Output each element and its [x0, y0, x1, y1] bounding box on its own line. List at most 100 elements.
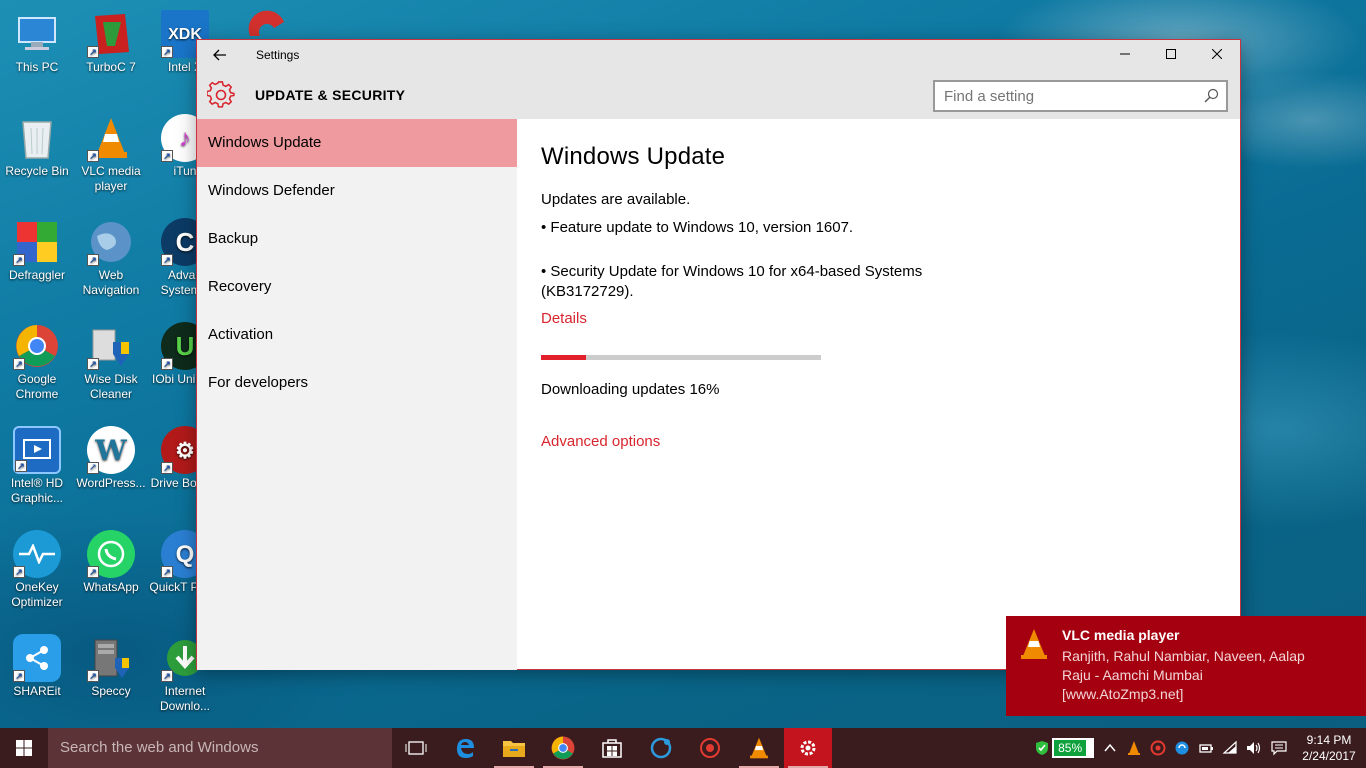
- volume-icon[interactable]: [1246, 740, 1262, 756]
- window-title: Settings: [256, 48, 300, 62]
- desktop-icon-label: WordPress...: [76, 476, 146, 490]
- nav-item-recovery[interactable]: Recovery: [197, 263, 517, 311]
- taskbar-driver-booster[interactable]: [686, 728, 734, 768]
- desktop-icon-label: Wise Disk Cleaner: [84, 372, 138, 401]
- taskbar-vlc[interactable]: [735, 728, 783, 768]
- turboc-icon: ↗: [87, 10, 135, 58]
- speccy-icon: ↗: [87, 634, 135, 682]
- clock-time: 9:14 PM: [1306, 733, 1352, 747]
- vlc-cone-icon: [1021, 629, 1047, 659]
- taskbar-file-explorer[interactable]: [490, 728, 538, 768]
- advanced-options-link[interactable]: Advanced options: [541, 433, 660, 450]
- update-item-security: • Security Update for Windows 10 for x64…: [541, 263, 923, 280]
- power-plug-icon[interactable]: [1198, 740, 1214, 756]
- edge-icon: [457, 739, 474, 758]
- action-center-icon[interactable]: [1271, 740, 1287, 756]
- taskbar-settings[interactable]: [784, 728, 832, 768]
- nav-item-for-developers[interactable]: For developers: [197, 359, 517, 407]
- nav-item-windows-update[interactable]: Windows Update: [197, 119, 517, 167]
- toast-body: Ranjith, Rahul Nambiar, Naveen, Aalap Ra…: [1062, 647, 1352, 704]
- nav-item-windows-defender[interactable]: Windows Defender: [197, 167, 517, 215]
- sync-icon: [650, 737, 672, 759]
- desktop-icon-intel-graphics[interactable]: ↗ Intel® HD Graphic...: [0, 426, 74, 506]
- start-button[interactable]: [0, 728, 48, 768]
- update-item-feature: • Feature update to Windows 10, version …: [541, 219, 854, 236]
- desktop-icon-google-chrome[interactable]: ↗ Google Chrome: [0, 322, 74, 402]
- download-progress-bar: [541, 355, 821, 360]
- desktop-icon-label: Recycle Bin: [5, 164, 69, 178]
- minimize-icon: [1120, 53, 1130, 55]
- download-progress-fill: [541, 355, 586, 360]
- taskbar-store[interactable]: [588, 728, 636, 768]
- back-button[interactable]: [209, 46, 231, 66]
- download-status-text: Downloading updates 16%: [541, 381, 720, 398]
- desktop-icon-recycle-bin[interactable]: Recycle Bin: [0, 114, 74, 179]
- recycle-bin-icon: [13, 114, 61, 162]
- taskbar-search-box[interactable]: Search the web and Windows: [48, 728, 392, 768]
- chrome-icon: [551, 736, 575, 760]
- intel-graphics-icon: ↗: [13, 426, 61, 474]
- toast-line-1: Ranjith, Rahul Nambiar, Naveen, Aalap: [1062, 648, 1305, 664]
- back-arrow-icon: [213, 49, 226, 61]
- task-view-button[interactable]: [392, 728, 440, 768]
- search-icon[interactable]: [1203, 88, 1219, 104]
- find-setting-search[interactable]: [933, 80, 1228, 112]
- wifi-icon[interactable]: [1222, 740, 1238, 756]
- details-link[interactable]: Details: [541, 310, 587, 327]
- vlc-tray-icon[interactable]: [1126, 740, 1142, 756]
- ccleaner-icon[interactable]: [244, 8, 288, 40]
- desktop-icon-wordpress[interactable]: W ↗ WordPress...: [74, 426, 148, 491]
- desktop-icon-defraggler[interactable]: ↗ Defraggler: [0, 218, 74, 283]
- desktop-icon-web-navigation[interactable]: ↗ Web Navigation: [74, 218, 148, 298]
- desktop-icon-this-pc[interactable]: This PC: [0, 10, 74, 75]
- whatsapp-icon: ↗: [87, 530, 135, 578]
- taskbar-chrome[interactable]: [539, 728, 587, 768]
- taskbar-sync-app[interactable]: [637, 728, 685, 768]
- gear-icon: [207, 81, 235, 108]
- desktop-icon-label: Internet Downlo...: [159, 684, 211, 713]
- toast-line-2: Raju - Aamchi Mumbai: [1062, 667, 1203, 683]
- settings-header: UPDATE & SECURITY: [197, 71, 1240, 119]
- store-icon: [602, 739, 622, 758]
- desktop-icon-wise-disk-cleaner[interactable]: ↗ Wise Disk Cleaner: [74, 322, 148, 402]
- close-icon: [1211, 48, 1223, 60]
- folder-icon: [503, 741, 525, 757]
- search-input[interactable]: [935, 82, 1195, 110]
- desktop-icon-label: WhatsApp: [83, 580, 139, 594]
- taskbar-edge[interactable]: [441, 728, 489, 768]
- nav-item-activation[interactable]: Activation: [197, 311, 517, 359]
- toast-line-3: [www.AtoZmp3.net]: [1062, 686, 1184, 702]
- onekey-optimizer-icon: ↗: [13, 530, 61, 578]
- desktop-icon-label: Web Navigation: [82, 268, 140, 297]
- desktop-icon-shareit[interactable]: ↗ SHAREit: [0, 634, 74, 699]
- security-shield-icon[interactable]: [1034, 740, 1050, 756]
- chevron-up-icon[interactable]: [1102, 740, 1118, 756]
- battery-indicator[interactable]: 85%: [1052, 738, 1094, 758]
- desktop-icon-label: Speccy: [91, 684, 131, 698]
- gear-icon: [800, 740, 816, 756]
- toast-title: VLC media player: [1062, 627, 1180, 643]
- minimize-button[interactable]: [1102, 40, 1148, 71]
- vlc-notification-toast[interactable]: VLC media player Ranjith, Rahul Nambiar,…: [1006, 616, 1366, 716]
- shareit-icon: ↗: [13, 634, 61, 682]
- nav-item-backup[interactable]: Backup: [197, 215, 517, 263]
- desktop-icon-whatsapp[interactable]: ↗ WhatsApp: [74, 530, 148, 595]
- section-title: UPDATE & SECURITY: [255, 87, 406, 103]
- clock-date: 2/24/2017: [1302, 749, 1356, 763]
- update-status-text: Updates are available.: [541, 191, 691, 208]
- desktop-icon-label: Intel® HD Graphic...: [10, 476, 64, 505]
- close-button[interactable]: [1194, 40, 1240, 71]
- desktop-icon-label: SHAREit: [13, 684, 61, 698]
- desktop-icon-label: Google Chrome: [15, 372, 59, 401]
- taskbar: Search the web and Windows 85% 9:14 PM 2…: [0, 728, 1366, 768]
- title-bar: Settings: [197, 40, 1240, 71]
- system-clock[interactable]: 9:14 PM 2/24/2017: [1296, 732, 1362, 764]
- desktop-icon-turboc[interactable]: ↗ TurboC 7: [74, 10, 148, 75]
- desktop-icon-label: TurboC 7: [86, 60, 136, 74]
- sync-tray-icon[interactable]: [1174, 740, 1190, 756]
- maximize-button[interactable]: [1148, 40, 1194, 71]
- desktop-icon-speccy[interactable]: ↗ Speccy: [74, 634, 148, 699]
- desktop-icon-onekey-optimizer[interactable]: ↗ OneKey Optimizer: [0, 530, 74, 610]
- driver-booster-tray-icon[interactable]: [1150, 740, 1166, 756]
- desktop-icon-vlc[interactable]: ↗ VLC media player: [74, 114, 148, 194]
